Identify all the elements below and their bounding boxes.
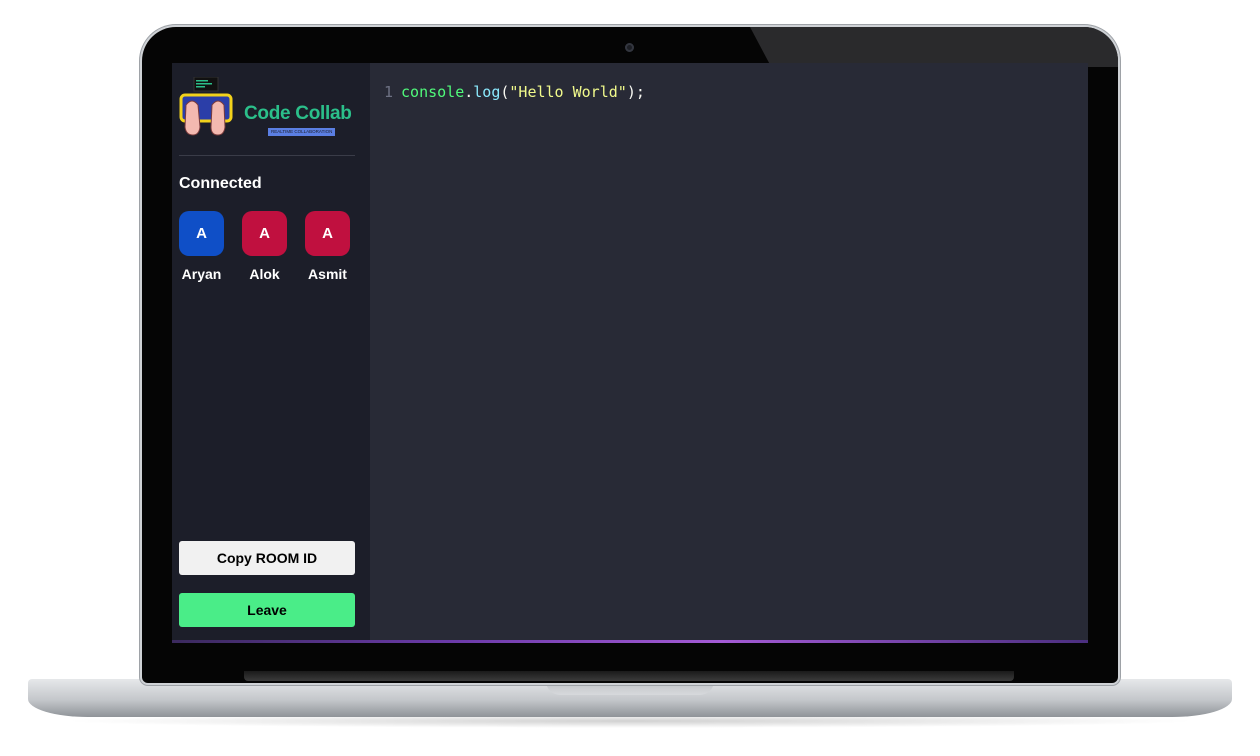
connected-heading: Connected bbox=[179, 175, 262, 192]
sidebar-divider bbox=[179, 155, 355, 156]
screen-bottom-strip bbox=[172, 640, 1088, 643]
code-token-dot: . bbox=[464, 83, 474, 101]
client-item: A Alok bbox=[242, 211, 287, 282]
laptop-hinge bbox=[244, 671, 1014, 681]
line-number: 1 bbox=[384, 83, 394, 101]
leave-button[interactable]: Leave bbox=[179, 593, 355, 627]
sidebar: Code Collab REALTIME COLLABORATION Conne… bbox=[172, 63, 370, 643]
copy-room-id-button[interactable]: Copy ROOM ID bbox=[179, 541, 355, 575]
client-item: A Aryan bbox=[179, 211, 224, 282]
laptop-notch bbox=[546, 681, 714, 695]
code-token-close: ); bbox=[626, 83, 645, 101]
client-name: Alok bbox=[249, 266, 280, 282]
avatar: A bbox=[305, 211, 350, 256]
webcam-icon bbox=[625, 43, 634, 52]
code-token-method: log bbox=[473, 83, 501, 101]
client-name: Aryan bbox=[181, 266, 222, 282]
bezel-glare bbox=[750, 27, 1118, 67]
avatar: A bbox=[242, 211, 287, 256]
avatar: A bbox=[179, 211, 224, 256]
code-token-object: console bbox=[401, 83, 465, 101]
code-token-string: "Hello World" bbox=[509, 83, 627, 101]
brand-tagline: REALTIME COLLABORATION bbox=[268, 128, 336, 136]
logo: Code Collab REALTIME COLLABORATION bbox=[178, 76, 358, 143]
typing-hands-icon bbox=[179, 76, 233, 136]
brand-name: Code Collab bbox=[244, 103, 352, 124]
code-line[interactable]: 1 console.log("Hello World"); bbox=[384, 83, 645, 101]
client-name: Asmit bbox=[308, 266, 347, 282]
app-screen: Code Collab REALTIME COLLABORATION Conne… bbox=[172, 63, 1088, 643]
client-list: A Aryan A Alok A Asmit bbox=[179, 211, 350, 282]
client-item: A Asmit bbox=[305, 211, 350, 282]
code-editor[interactable]: 1 console.log("Hello World"); bbox=[370, 63, 1088, 643]
